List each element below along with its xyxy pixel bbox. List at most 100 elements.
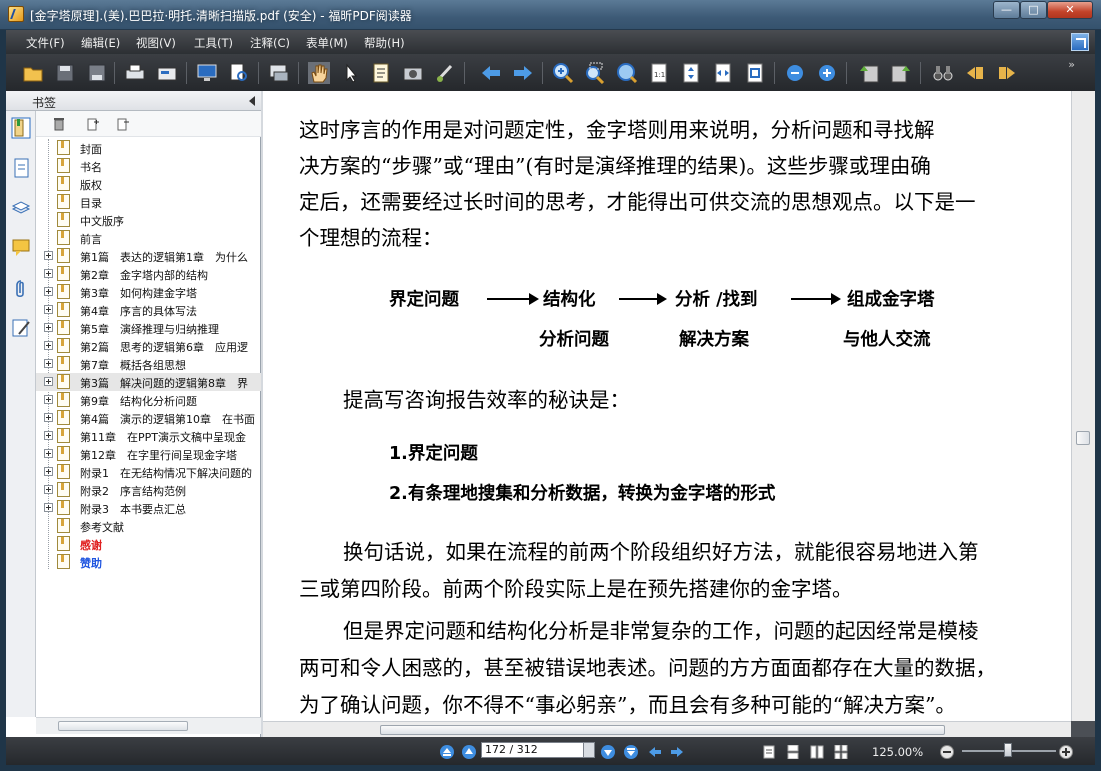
- expand-toggle-icon[interactable]: [44, 485, 53, 494]
- menu-file[interactable]: 文件(F): [26, 35, 65, 51]
- layers-tab-icon[interactable]: [11, 197, 31, 219]
- comments-tab-icon[interactable]: [11, 237, 31, 259]
- minimize-button[interactable]: —: [993, 1, 1020, 19]
- open-folder-icon[interactable]: [22, 62, 44, 84]
- marquee-zoom-icon[interactable]: [584, 62, 606, 84]
- print-icon[interactable]: [124, 62, 146, 84]
- go-forward-icon[interactable]: [670, 745, 684, 759]
- bookmark-item[interactable]: 第7章 概括各组思想: [36, 355, 261, 373]
- bookmark-item[interactable]: 中文版序: [36, 211, 261, 229]
- maximize-button[interactable]: □: [1020, 1, 1047, 19]
- screen-capture-icon[interactable]: [268, 62, 290, 84]
- bookmark-item[interactable]: 封面: [36, 139, 261, 157]
- typewriter-icon[interactable]: [434, 62, 456, 84]
- rotate-left-icon[interactable]: [858, 62, 880, 84]
- collapse-panel-icon[interactable]: [249, 96, 255, 106]
- bookmark-item[interactable]: 第12章 在字里行间呈现金字塔: [36, 445, 261, 463]
- text-select-icon[interactable]: [370, 62, 392, 84]
- zoom-slider-handle[interactable]: [1004, 743, 1012, 757]
- select-arrow-icon[interactable]: [340, 62, 362, 84]
- expand-toggle-icon[interactable]: [44, 467, 53, 476]
- continuous-facing-icon[interactable]: [834, 745, 848, 759]
- loupe-icon[interactable]: [616, 62, 638, 84]
- menu-help[interactable]: 帮助(H): [364, 35, 405, 51]
- expand-toggle-icon[interactable]: [44, 359, 53, 368]
- expand-icon[interactable]: [1071, 33, 1089, 51]
- left-horizontal-scrollbar[interactable]: [36, 717, 261, 734]
- bookmark-item[interactable]: 书名: [36, 157, 261, 175]
- last-page-icon[interactable]: [624, 745, 638, 759]
- menu-form[interactable]: 表单(M): [306, 35, 348, 51]
- save-icon[interactable]: [54, 62, 76, 84]
- bookmark-item[interactable]: 前言: [36, 229, 261, 247]
- expand-toggle-icon[interactable]: [44, 305, 53, 314]
- hand-tool-icon[interactable]: [308, 62, 330, 84]
- page-dropdown-icon[interactable]: [583, 742, 595, 758]
- horizontal-scrollbar[interactable]: [263, 721, 1071, 737]
- bookmark-item[interactable]: 感谢: [36, 535, 261, 553]
- facing-page-icon[interactable]: [810, 745, 824, 759]
- zoom-out-circle-icon[interactable]: [784, 62, 806, 84]
- bookmark-item[interactable]: 第1篇 表达的逻辑第1章 为什么: [36, 247, 261, 265]
- snapshot-camera-icon[interactable]: [402, 62, 424, 84]
- bookmark-item[interactable]: 第3篇 解决问题的逻辑第8章 界: [36, 373, 261, 391]
- previous-view-icon[interactable]: [964, 62, 986, 84]
- menu-edit[interactable]: 编辑(E): [81, 35, 120, 51]
- fit-width-icon[interactable]: [712, 62, 734, 84]
- continuous-page-icon[interactable]: [786, 745, 800, 759]
- bookmark-item[interactable]: 赞助: [36, 553, 261, 571]
- bookmark-item[interactable]: 第2章 金字塔内部的结构: [36, 265, 261, 283]
- expand-toggle-icon[interactable]: [44, 251, 53, 260]
- expand-toggle-icon[interactable]: [44, 287, 53, 296]
- expand-toggle-icon[interactable]: [44, 323, 53, 332]
- expand-toggle-icon[interactable]: [44, 449, 53, 458]
- bookmark-item[interactable]: 附录2 序言结构范例: [36, 481, 261, 499]
- back-arrow-icon[interactable]: [480, 62, 502, 84]
- previous-page-icon[interactable]: [462, 745, 476, 759]
- bookmark-item[interactable]: 附录1 在无结构情况下解决问题的: [36, 463, 261, 481]
- bookmarks-tab-icon[interactable]: [11, 117, 31, 139]
- close-button[interactable]: ✕: [1047, 1, 1093, 19]
- bookmark-item[interactable]: 第5章 演绎推理与归纳推理: [36, 319, 261, 337]
- delete-bookmark-icon[interactable]: [52, 117, 66, 131]
- fit-page-icon[interactable]: [680, 62, 702, 84]
- vertical-scrollbar[interactable]: [1071, 91, 1095, 721]
- toolbar-overflow-button[interactable]: »: [1068, 58, 1075, 71]
- bookmark-item[interactable]: 版权: [36, 175, 261, 193]
- expand-bookmark-icon[interactable]: [86, 117, 100, 131]
- next-page-icon[interactable]: [601, 745, 615, 759]
- pages-tab-icon[interactable]: [11, 157, 31, 179]
- screen-icon[interactable]: [196, 62, 218, 84]
- forward-arrow-icon[interactable]: [512, 62, 534, 84]
- bookmark-item[interactable]: 第4章 序言的具体写法: [36, 301, 261, 319]
- left-scroll-thumb[interactable]: [58, 721, 188, 731]
- save-as-icon[interactable]: [86, 62, 108, 84]
- bookmark-item[interactable]: 第9章 结构化分析问题: [36, 391, 261, 409]
- expand-toggle-icon[interactable]: [44, 377, 53, 386]
- search-document-icon[interactable]: [228, 62, 250, 84]
- find-binoculars-icon[interactable]: [932, 62, 954, 84]
- fax-icon[interactable]: [156, 62, 178, 84]
- fit-visible-icon[interactable]: [744, 62, 766, 84]
- single-page-icon[interactable]: [762, 745, 776, 759]
- bookmark-item[interactable]: 第2篇 思考的逻辑第6章 应用逻: [36, 337, 261, 355]
- expand-toggle-icon[interactable]: [44, 431, 53, 440]
- zoom-in-button-icon[interactable]: [1059, 745, 1073, 759]
- bookmark-item[interactable]: 第4篇 演示的逻辑第10章 在书面: [36, 409, 261, 427]
- collapse-bookmark-icon[interactable]: [116, 117, 130, 131]
- signature-tab-icon[interactable]: [11, 317, 31, 339]
- bookmark-item[interactable]: 目录: [36, 193, 261, 211]
- expand-toggle-icon[interactable]: [44, 341, 53, 350]
- menu-view[interactable]: 视图(V): [136, 35, 176, 51]
- bookmark-item[interactable]: 第3章 如何构建金字塔: [36, 283, 261, 301]
- attachments-tab-icon[interactable]: [11, 277, 31, 299]
- expand-toggle-icon[interactable]: [44, 269, 53, 278]
- first-page-icon[interactable]: [440, 745, 454, 759]
- expand-toggle-icon[interactable]: [44, 395, 53, 404]
- rotate-right-icon[interactable]: [890, 62, 912, 84]
- menu-tools[interactable]: 工具(T): [194, 35, 233, 51]
- zoom-level[interactable]: 125.00%: [872, 745, 923, 759]
- expand-toggle-icon[interactable]: [44, 503, 53, 512]
- vertical-scroll-thumb[interactable]: [1076, 431, 1090, 445]
- menu-comment[interactable]: 注释(C): [250, 35, 290, 51]
